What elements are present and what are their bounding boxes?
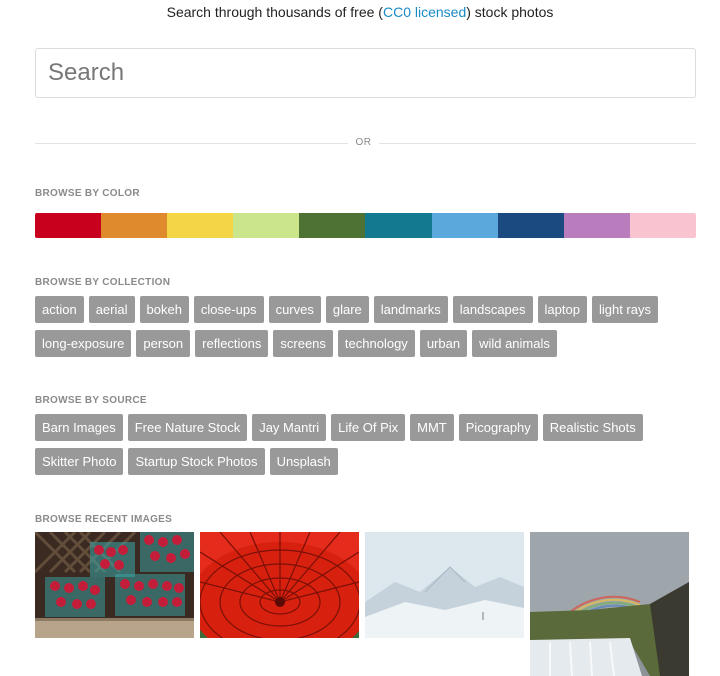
source-tag[interactable]: Picography <box>458 414 538 441</box>
source-tag[interactable]: Startup Stock Photos <box>128 448 265 475</box>
color-swatch[interactable] <box>35 213 102 238</box>
source-tag-list: Barn Images Free Nature Stock Jay Mantri Li… <box>35 414 705 482</box>
source-tag[interactable]: Free Nature Stock <box>127 414 248 441</box>
red-umbrella-photo[interactable] <box>200 532 359 638</box>
source-tag[interactable]: Realistic Shots <box>542 414 643 441</box>
collection-tag-list: action aerial bokeh close-ups curves glare lan… <box>35 296 705 364</box>
divider-line-right <box>379 143 696 144</box>
collection-tag[interactable]: landmarks <box>373 296 448 323</box>
browse-by-source-heading: BROWSE BY SOURCE <box>35 395 147 406</box>
raspberries-photo[interactable] <box>35 532 194 638</box>
recent-images-grid <box>35 532 696 676</box>
collection-tag[interactable]: long-exposure <box>35 330 132 357</box>
color-swatch[interactable] <box>299 213 366 238</box>
collection-tag[interactable]: close-ups <box>193 296 264 323</box>
color-swatch[interactable] <box>431 213 498 238</box>
browse-by-collection-heading: BROWSE BY COLLECTION <box>35 277 171 288</box>
collection-tag[interactable]: curves <box>268 296 321 323</box>
collection-tag[interactable]: screens <box>273 330 333 357</box>
collection-tag[interactable]: bokeh <box>139 296 189 323</box>
color-swatch[interactable] <box>497 213 564 238</box>
source-tag[interactable]: Unsplash <box>269 448 338 475</box>
color-swatch[interactable] <box>167 213 234 238</box>
collection-tag[interactable]: light rays <box>591 296 658 323</box>
source-tag[interactable]: Barn Images <box>35 414 123 441</box>
collection-tag[interactable]: technology <box>337 330 415 357</box>
source-tag[interactable]: Jay Mantri <box>252 414 327 441</box>
color-swatch[interactable] <box>563 213 630 238</box>
color-swatch[interactable] <box>629 213 696 238</box>
source-tag[interactable]: Life Of Pix <box>331 414 406 441</box>
site-tagline: Search through thousands of free (CC0 li… <box>0 4 720 20</box>
collection-tag[interactable]: aerial <box>88 296 135 323</box>
divider-label: OR <box>355 137 372 148</box>
collection-tag[interactable]: reflections <box>195 330 269 357</box>
divider-line-left <box>35 143 348 144</box>
collection-tag[interactable]: wild animals <box>472 330 557 357</box>
snowy-mountain-photo[interactable] <box>365 532 524 638</box>
search-input[interactable] <box>36 49 695 97</box>
collection-tag[interactable]: glare <box>325 296 369 323</box>
rainbow-waterfall-photo[interactable] <box>530 532 689 676</box>
license-link[interactable]: CC0 licensed <box>383 4 466 20</box>
browse-recent-images-heading: BROWSE RECENT IMAGES <box>35 514 173 525</box>
color-swatch[interactable] <box>101 213 168 238</box>
collection-tag[interactable]: laptop <box>537 296 587 323</box>
tagline-text-end: ) stock photos <box>466 4 554 20</box>
browse-by-color-heading: BROWSE BY COLOR <box>35 188 140 199</box>
source-tag[interactable]: Skitter Photo <box>35 448 124 475</box>
or-divider: OR <box>35 136 696 150</box>
source-tag[interactable]: MMT <box>410 414 454 441</box>
color-palette <box>35 213 696 238</box>
color-swatch[interactable] <box>365 213 432 238</box>
collection-tag[interactable]: person <box>136 330 191 357</box>
color-swatch[interactable] <box>233 213 300 238</box>
collection-tag[interactable]: action <box>35 296 84 323</box>
search-box[interactable] <box>35 48 696 98</box>
collection-tag[interactable]: landscapes <box>452 296 533 323</box>
tagline-text-start: Search through thousands of free ( <box>166 4 383 20</box>
collection-tag[interactable]: urban <box>419 330 468 357</box>
